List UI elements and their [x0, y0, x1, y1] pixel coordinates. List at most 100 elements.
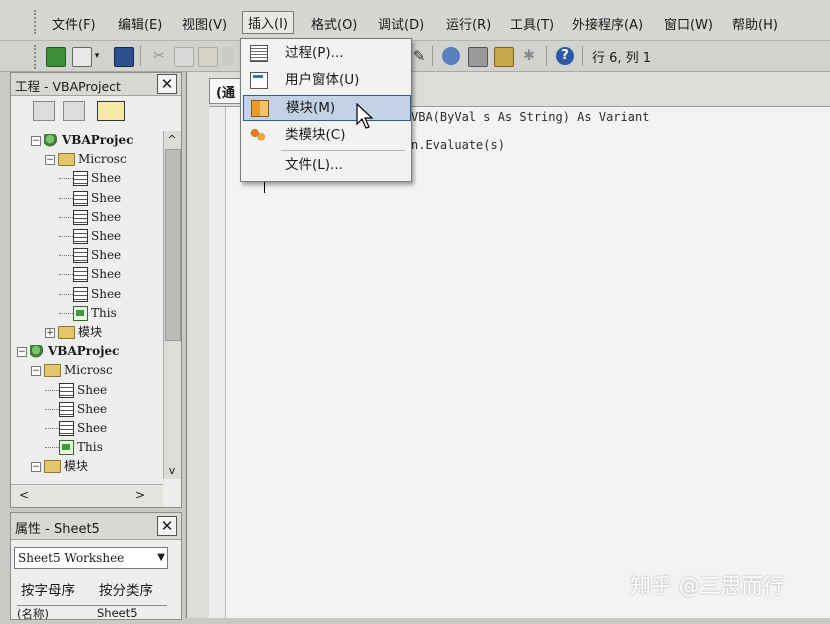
insert-dropdown-menu: 过程(P)... 用户窗体(U) 模块(M) 类模块(C) 文件(L)...: [240, 38, 412, 182]
tree-item-workbook[interactable]: This: [45, 438, 103, 456]
tree-item-sheet[interactable]: Shee: [45, 400, 107, 418]
object-select[interactable]: Sheet5 Workshee ▼: [14, 547, 168, 569]
tree-item-sheet[interactable]: Shee: [59, 208, 121, 226]
tab-categorized[interactable]: 按分类序: [99, 579, 153, 599]
properties-pane: 属性 - Sheet5 ✕ Sheet5 Workshee ▼ 按字母序 按分类…: [10, 512, 182, 621]
menu-item-procedure[interactable]: 过程(P)...: [243, 41, 409, 65]
collapse-icon[interactable]: −: [31, 461, 41, 472]
menubar-grip[interactable]: [34, 10, 40, 34]
menu-help[interactable]: 帮助(H): [732, 14, 778, 33]
project-pane-toolbar: [11, 96, 181, 126]
worksheet-icon: [73, 229, 88, 244]
tree-item-sheet[interactable]: Shee: [59, 285, 121, 303]
project-pane-titlebar[interactable]: 工程 - VBAProject ✕: [11, 73, 181, 96]
tree-item-workbook[interactable]: This: [59, 304, 117, 322]
tree-item-project[interactable]: − VBAProjec: [17, 342, 119, 360]
copy-icon[interactable]: [174, 47, 194, 67]
tree-item-label: Shee: [91, 248, 122, 263]
collapse-icon[interactable]: −: [31, 135, 41, 146]
view-excel-icon[interactable]: [46, 47, 66, 67]
menu-run[interactable]: 运行(R): [446, 14, 491, 33]
menu-tools[interactable]: 工具(T): [510, 14, 554, 33]
code-line[interactable]: VBA(ByVal s As String) As Variant: [411, 110, 649, 124]
tree-connector: [45, 389, 59, 391]
save-icon[interactable]: [114, 47, 134, 67]
scroll-up-icon[interactable]: ^: [166, 133, 178, 146]
scroll-left-icon[interactable]: <: [19, 488, 29, 502]
watermark-text: 知乎 @三思而行: [630, 574, 784, 598]
properties-window-icon[interactable]: [468, 47, 488, 67]
toolbar-separator: [432, 46, 433, 66]
vba-project-icon: [44, 134, 59, 147]
property-row[interactable]: (名称) Sheet5: [17, 605, 167, 624]
chevron-down-icon[interactable]: ▾: [92, 47, 102, 65]
tree-item-label: Shee: [77, 421, 108, 435]
tab-alphabetic[interactable]: 按字母序: [21, 579, 75, 599]
toolbox-icon[interactable]: ✱: [520, 47, 538, 65]
worksheet-icon: [59, 421, 74, 436]
scroll-down-icon[interactable]: v: [166, 464, 178, 477]
project-tree[interactable]: − VBAProjec − Microsc Shee Shee Shee Shee Shee Sh…: [11, 131, 161, 479]
folder-icon: [44, 364, 61, 378]
tree-item-sheet[interactable]: Shee: [59, 227, 121, 245]
menu-view[interactable]: 视图(V): [182, 14, 227, 33]
menu-item-file[interactable]: 文件(L)...: [243, 153, 409, 177]
project-tree-horizontal-scrollbar[interactable]: < >: [11, 484, 163, 507]
scrollbar-thumb[interactable]: [165, 149, 181, 341]
tree-item-sheet[interactable]: Shee: [59, 189, 121, 207]
menu-edit[interactable]: 编辑(E): [118, 14, 162, 33]
tree-item-sheet[interactable]: Shee: [59, 265, 121, 283]
properties-pane-titlebar[interactable]: 属性 - Sheet5 ✕: [11, 513, 181, 540]
margin-indicator-bar[interactable]: [209, 107, 226, 618]
expand-icon[interactable]: +: [45, 327, 55, 338]
menu-item-module[interactable]: 模块(M): [243, 95, 411, 121]
menu-item-userform[interactable]: 用户窗体(U): [243, 68, 409, 92]
project-tree-vertical-scrollbar[interactable]: ^ v: [163, 131, 181, 479]
class-module-icon: [250, 127, 266, 142]
menu-insert[interactable]: 插入(I): [242, 11, 294, 34]
toolbar-separator: [582, 46, 583, 66]
menu-format[interactable]: 格式(O): [311, 14, 357, 33]
menu-window[interactable]: 窗口(W): [664, 14, 713, 33]
paste-icon[interactable]: [198, 47, 218, 67]
menu-file[interactable]: 文件(F): [52, 14, 96, 33]
tree-item-folder[interactable]: + 模块: [45, 323, 102, 341]
menu-debug[interactable]: 调试(D): [378, 14, 424, 33]
menu-item-label: 类模块(C): [285, 127, 346, 143]
find-icon[interactable]: [222, 47, 234, 65]
menu-addins[interactable]: 外接程序(A): [572, 14, 643, 33]
close-icon[interactable]: ✕: [157, 74, 177, 94]
project-pane-title: 工程 - VBAProject: [15, 79, 121, 94]
close-icon[interactable]: ✕: [157, 516, 177, 536]
code-editor[interactable]: VBA(ByVal s As String) As Variant n.Eval…: [209, 106, 830, 618]
menu-separator: [281, 150, 405, 151]
insert-object-icon[interactable]: [72, 47, 92, 67]
tree-item-folder[interactable]: − 模块: [31, 457, 88, 475]
view-object-icon[interactable]: [63, 101, 85, 121]
tree-item-label: 模块: [78, 325, 103, 339]
project-explorer-icon[interactable]: [442, 47, 460, 65]
worksheet-icon: [73, 209, 88, 225]
collapse-icon[interactable]: −: [31, 365, 41, 376]
scroll-right-icon[interactable]: >: [135, 488, 145, 502]
toggle-folders-icon[interactable]: [97, 101, 125, 121]
tree-item-sheet[interactable]: Shee: [45, 419, 107, 437]
chevron-down-icon[interactable]: ▼: [157, 548, 165, 568]
tree-item-sheet[interactable]: Shee: [59, 246, 121, 264]
tree-item-folder[interactable]: − Microsc: [45, 150, 127, 168]
tree-item-label: Shee: [77, 401, 108, 416]
view-code-icon[interactable]: [33, 101, 55, 121]
collapse-icon[interactable]: −: [45, 154, 55, 165]
object-browser-icon[interactable]: [494, 47, 514, 67]
collapse-icon[interactable]: −: [17, 346, 27, 357]
design-mode-icon[interactable]: ✎: [410, 47, 428, 65]
cut-icon[interactable]: ✂: [150, 47, 168, 65]
tree-item-sheet[interactable]: Shee: [59, 169, 121, 187]
help-icon[interactable]: ?: [556, 47, 574, 65]
menu-item-class-module[interactable]: 类模块(C): [243, 123, 409, 147]
tree-item-project[interactable]: − VBAProjec: [31, 131, 133, 149]
tree-item-folder[interactable]: − Microsc: [31, 361, 113, 379]
toolbar-grip[interactable]: [34, 45, 40, 69]
code-line[interactable]: n.Evaluate(s): [411, 138, 505, 152]
tree-item-sheet[interactable]: Shee: [45, 381, 107, 399]
